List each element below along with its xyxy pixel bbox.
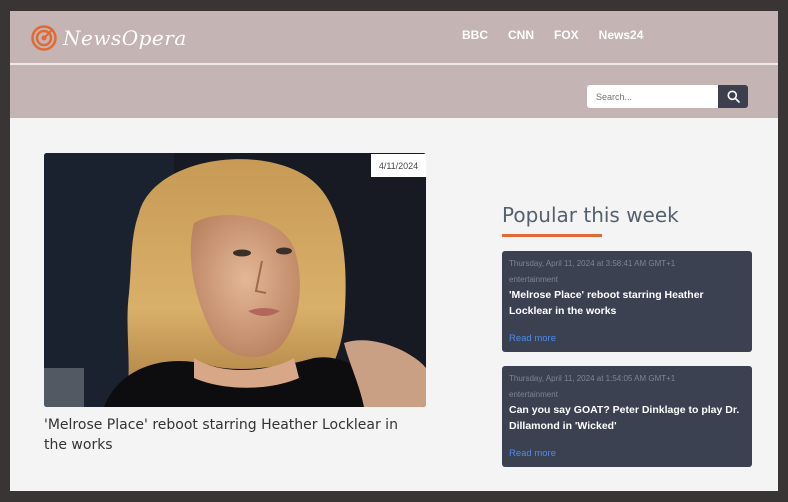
target-logo-icon bbox=[31, 25, 57, 51]
search-icon bbox=[727, 90, 740, 103]
hero-headline[interactable]: 'Melrose Place' reboot starring Heather … bbox=[44, 415, 424, 455]
heading-underline bbox=[502, 234, 602, 237]
main-nav: BBC CNN FOX News24 bbox=[462, 28, 663, 42]
card-title[interactable]: Can you say GOAT? Peter Dinklage to play… bbox=[509, 402, 745, 434]
card-timestamp: Thursday, April 11, 2024 at 1:54:05 AM G… bbox=[509, 374, 676, 383]
nav-link-news24[interactable]: News24 bbox=[599, 28, 644, 42]
browser-viewport: NewsOpera BBC CNN FOX News24 Search... 4… bbox=[10, 11, 778, 491]
search-button[interactable] bbox=[718, 85, 748, 108]
hero-image[interactable] bbox=[44, 153, 426, 407]
card-category: entertainment bbox=[509, 275, 558, 284]
nav-link-cnn[interactable]: CNN bbox=[508, 28, 534, 42]
top-navbar: NewsOpera BBC CNN FOX News24 bbox=[10, 11, 778, 63]
popular-card: Thursday, April 11, 2024 at 3:58:41 AM G… bbox=[502, 251, 752, 352]
search-form bbox=[587, 85, 754, 108]
card-title[interactable]: 'Melrose Place' reboot starring Heather … bbox=[509, 287, 745, 319]
brand-name: NewsOpera bbox=[63, 26, 187, 50]
popular-heading: Popular this week bbox=[502, 203, 679, 227]
date-badge: 4/11/2024 bbox=[371, 154, 426, 177]
nav-link-fox[interactable]: FOX bbox=[554, 28, 579, 42]
hero-photo-illustration bbox=[44, 153, 426, 407]
search-input[interactable] bbox=[587, 85, 718, 108]
popular-card: Thursday, April 11, 2024 at 1:54:05 AM G… bbox=[502, 366, 752, 467]
nav-link-bbc[interactable]: BBC bbox=[462, 28, 488, 42]
brand-logo[interactable]: NewsOpera bbox=[31, 23, 187, 53]
card-timestamp: Thursday, April 11, 2024 at 3:58:41 AM G… bbox=[509, 259, 676, 268]
read-more-link[interactable]: Read more bbox=[509, 448, 556, 459]
read-more-link[interactable]: Read more bbox=[509, 333, 556, 344]
card-category: entertainment bbox=[509, 390, 558, 399]
